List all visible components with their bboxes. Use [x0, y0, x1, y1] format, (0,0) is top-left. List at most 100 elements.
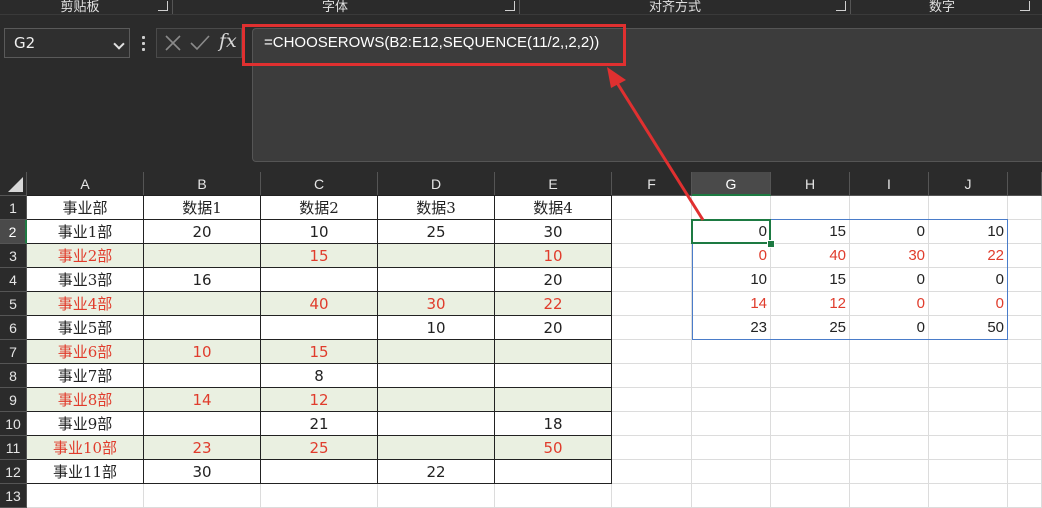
table-cell[interactable]: 事业9部 — [27, 412, 144, 436]
table-cell[interactable]: 事业7部 — [27, 364, 144, 388]
table-cell[interactable] — [378, 268, 495, 292]
table-cell[interactable]: 10 — [144, 340, 261, 364]
fill-handle[interactable] — [767, 240, 775, 248]
font-launcher-icon[interactable] — [505, 1, 515, 11]
table-cell[interactable] — [261, 460, 378, 484]
column-header-g[interactable]: G — [692, 172, 771, 196]
column-header-c[interactable]: C — [261, 172, 378, 196]
table-cell[interactable]: 50 — [495, 436, 612, 460]
grid-cell[interactable] — [1008, 316, 1042, 340]
grid-cell[interactable] — [1008, 364, 1042, 388]
more-options-icon[interactable] — [142, 36, 145, 51]
table-cell[interactable]: 事业6部 — [27, 340, 144, 364]
table-cell[interactable]: 事业11部 — [27, 460, 144, 484]
row-header-11[interactable]: 11 — [0, 436, 27, 460]
grid-cell[interactable] — [612, 268, 692, 292]
table-header-cell[interactable]: 数据1 — [144, 196, 261, 220]
table-cell[interactable] — [495, 364, 612, 388]
grid-cell[interactable] — [850, 364, 929, 388]
row-header-12[interactable]: 12 — [0, 460, 27, 484]
table-cell[interactable] — [261, 268, 378, 292]
table-cell[interactable] — [378, 388, 495, 412]
table-cell[interactable]: 10 — [495, 244, 612, 268]
grid-cell[interactable] — [929, 412, 1008, 436]
table-cell[interactable]: 22 — [378, 460, 495, 484]
grid-cell[interactable] — [1008, 388, 1042, 412]
grid-cell[interactable] — [771, 196, 850, 220]
table-cell[interactable]: 23 — [144, 436, 261, 460]
table-cell[interactable]: 事业3部 — [27, 268, 144, 292]
grid-cell[interactable] — [612, 292, 692, 316]
table-cell[interactable]: 25 — [261, 436, 378, 460]
grid-cell[interactable] — [929, 364, 1008, 388]
table-cell[interactable]: 8 — [261, 364, 378, 388]
grid-cell[interactable] — [850, 436, 929, 460]
row-header-3[interactable]: 3 — [0, 244, 27, 268]
grid-cell[interactable] — [771, 388, 850, 412]
table-cell[interactable]: 14 — [144, 388, 261, 412]
table-cell[interactable]: 15 — [261, 244, 378, 268]
table-cell[interactable] — [378, 364, 495, 388]
column-header-i[interactable]: I — [850, 172, 929, 196]
table-cell[interactable]: 12 — [261, 388, 378, 412]
row-header-6[interactable]: 6 — [0, 316, 27, 340]
table-cell[interactable] — [144, 292, 261, 316]
table-cell[interactable] — [378, 340, 495, 364]
grid-cell[interactable] — [929, 436, 1008, 460]
row-header-5[interactable]: 5 — [0, 292, 27, 316]
table-cell[interactable]: 30 — [495, 220, 612, 244]
row-header-13[interactable]: 13 — [0, 484, 27, 508]
table-cell[interactable] — [378, 412, 495, 436]
confirm-icon[interactable] — [189, 33, 211, 53]
table-cell[interactable]: 21 — [261, 412, 378, 436]
active-cell-selection[interactable] — [691, 219, 771, 244]
name-box[interactable]: G2 — [4, 28, 130, 58]
table-cell[interactable]: 18 — [495, 412, 612, 436]
table-cell[interactable] — [144, 244, 261, 268]
table-cell[interactable]: 25 — [378, 220, 495, 244]
grid-cell[interactable] — [929, 484, 1008, 508]
table-cell[interactable]: 10 — [261, 220, 378, 244]
grid-cell[interactable] — [1008, 436, 1042, 460]
table-cell[interactable]: 30 — [144, 460, 261, 484]
grid-cell[interactable] — [850, 460, 929, 484]
table-cell[interactable]: 事业2部 — [27, 244, 144, 268]
table-cell[interactable]: 15 — [261, 340, 378, 364]
grid-cell[interactable] — [692, 436, 771, 460]
row-header-2[interactable]: 2 — [0, 220, 27, 244]
grid-cell[interactable] — [1008, 196, 1042, 220]
table-cell[interactable]: 事业4部 — [27, 292, 144, 316]
table-cell[interactable] — [495, 460, 612, 484]
column-header-j[interactable]: J — [929, 172, 1008, 196]
column-header-a[interactable]: A — [27, 172, 144, 196]
grid-cell[interactable] — [612, 388, 692, 412]
table-cell[interactable]: 16 — [144, 268, 261, 292]
grid-cell[interactable] — [612, 436, 692, 460]
number-launcher-icon[interactable] — [1020, 1, 1030, 11]
grid-cell[interactable] — [692, 388, 771, 412]
grid-cell[interactable] — [27, 484, 144, 508]
table-cell[interactable]: 10 — [378, 316, 495, 340]
column-header-k[interactable] — [1008, 172, 1042, 196]
table-cell[interactable] — [495, 388, 612, 412]
grid-cell[interactable] — [612, 412, 692, 436]
grid-cell[interactable] — [771, 340, 850, 364]
grid-cell[interactable] — [612, 484, 692, 508]
table-cell[interactable]: 20 — [495, 268, 612, 292]
table-cell[interactable]: 20 — [495, 316, 612, 340]
grid-cell[interactable] — [850, 484, 929, 508]
grid-cell[interactable] — [1008, 484, 1042, 508]
cancel-icon[interactable] — [163, 33, 183, 53]
table-cell[interactable] — [144, 364, 261, 388]
grid-cell[interactable] — [692, 340, 771, 364]
grid-cell[interactable] — [771, 484, 850, 508]
clipboard-launcher-icon[interactable] — [158, 1, 168, 11]
grid-cell[interactable] — [771, 460, 850, 484]
grid-cell[interactable] — [1008, 460, 1042, 484]
table-header-cell[interactable]: 数据2 — [261, 196, 378, 220]
table-cell[interactable]: 30 — [378, 292, 495, 316]
grid-cell[interactable] — [929, 340, 1008, 364]
grid-cell[interactable] — [612, 364, 692, 388]
insert-function-icon[interactable]: fx — [219, 30, 237, 52]
grid-cell[interactable] — [1008, 340, 1042, 364]
